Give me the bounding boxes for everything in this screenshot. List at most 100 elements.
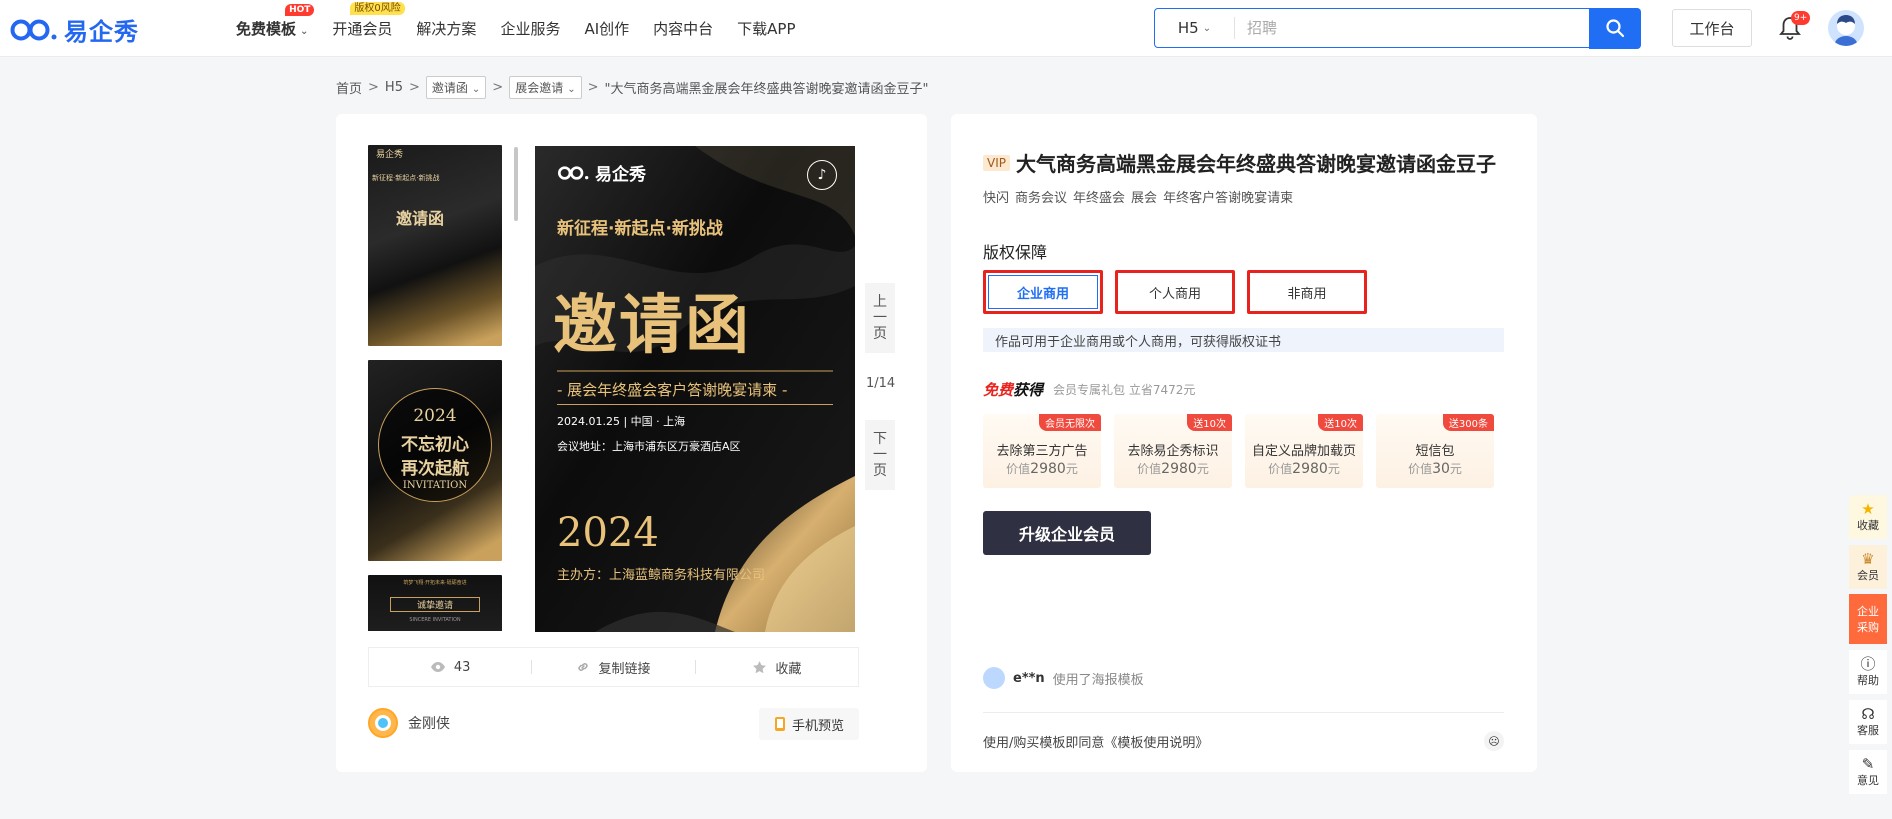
nav-enterprise-service[interactable]: 企业服务	[500, 18, 560, 39]
angry-face-icon[interactable]: ☹	[1484, 731, 1504, 751]
nav-free-templates-label: 免费模板	[236, 20, 297, 38]
search-input[interactable]	[1235, 9, 1589, 47]
nav-download-app[interactable]: 下载APP	[737, 18, 795, 39]
tag[interactable]: 展会	[1131, 191, 1157, 206]
nav-ai-create[interactable]: AI创作	[584, 18, 629, 39]
prev-page-button[interactable]: 上 一 页	[865, 283, 895, 353]
nav-open-member[interactable]: 开通会员 版权0风险	[332, 2, 405, 39]
divider	[983, 712, 1504, 713]
tag[interactable]: 年终盛会	[1073, 191, 1125, 206]
copyright-heading: 版权保障	[983, 243, 1048, 262]
perk-price: 价值2980元	[1245, 460, 1363, 477]
notification-badge: 9+	[1791, 11, 1811, 25]
thumbnail-page-1[interactable]: 易企秀 新征程·新起点·新挑战 邀请函	[368, 145, 502, 346]
next-page-button[interactable]: 下 一 页	[865, 420, 895, 490]
license-personal-button[interactable]: 个人商用	[1115, 270, 1235, 314]
free-benefits-header: 免费获得 会员专属礼包 立省7472元	[983, 379, 1195, 400]
float-feedback-label: 意见	[1857, 774, 1879, 787]
crown-icon: ♛	[1861, 550, 1875, 568]
breadcrumb-category-dropdown[interactable]: 邀请函 ⌄	[425, 76, 487, 99]
float-member[interactable]: ♛ 会员	[1849, 545, 1887, 589]
help-icon: ⓘ	[1860, 655, 1876, 673]
author-name: 金刚侠	[408, 716, 450, 732]
nav-solutions[interactable]: 解决方案	[416, 18, 476, 39]
float-enterprise-line1: 企业	[1857, 605, 1879, 618]
breadcrumb-h5[interactable]: H5	[385, 80, 403, 95]
logo-icon	[10, 19, 57, 40]
favorite-button[interactable]: 收藏	[696, 658, 858, 677]
thumb-line2: 再次起航	[401, 459, 469, 479]
thumbnail-page-2[interactable]: 2024 不忘初心 再次起航 INVITATION	[368, 360, 502, 561]
poster-logo: 易企秀	[557, 160, 646, 185]
logo[interactable]: 易企秀	[10, 12, 139, 47]
music-icon[interactable]: ♪	[807, 160, 837, 190]
license-enterprise-button[interactable]: 企业商用	[983, 270, 1103, 314]
thumb-title: 诚挚邀请	[390, 597, 480, 612]
breadcrumb-home[interactable]: 首页	[336, 78, 362, 97]
perk-price-prefix: 价值	[1268, 462, 1293, 476]
perk-card[interactable]: 送10次 自定义品牌加载页 价值2980元	[1245, 414, 1363, 488]
tag[interactable]: 年终客户答谢晚宴请柬	[1163, 191, 1293, 206]
float-favorite-label: 收藏	[1857, 519, 1879, 532]
perk-card[interactable]: 会员无限次 去除第三方广告 价值2980元	[983, 414, 1101, 488]
activity-avatar	[983, 667, 1005, 689]
float-enterprise-line2: 采购	[1857, 621, 1879, 634]
float-member-label: 会员	[1857, 569, 1879, 582]
poster-preview: 易企秀 ♪ 新征程·新起点·新挑战 邀请函 - 展会年终盛会客户答谢晚宴请柬 -…	[535, 146, 855, 632]
user-avatar[interactable]	[1828, 10, 1864, 46]
license-label: 企业商用	[1016, 286, 1069, 302]
float-enterprise-purchase[interactable]: 企业 采购	[1849, 594, 1887, 644]
float-service[interactable]: ☊ 客服	[1849, 700, 1887, 744]
tag[interactable]: 快闪	[983, 191, 1009, 206]
float-help[interactable]: ⓘ 帮助	[1849, 650, 1887, 694]
perk-badge: 送10次	[1187, 414, 1232, 431]
search-type-label: H5	[1177, 19, 1199, 37]
author-avatar-icon	[375, 715, 391, 731]
favorite-label: 收藏	[775, 661, 802, 677]
nav-content-hub[interactable]: 内容中台	[653, 18, 713, 39]
usage-agreement[interactable]: 使用/购买模板即同意《模板使用说明》	[983, 732, 1208, 751]
headset-icon: ☊	[1861, 705, 1875, 723]
copyright-badge: 版权0风险	[350, 2, 405, 15]
mobile-preview-button[interactable]: 手机预览	[759, 708, 859, 740]
free-logo-a: 免费	[983, 381, 1014, 399]
author-info[interactable]: 金刚侠	[368, 708, 450, 738]
perk-card[interactable]: 送300条 短信包 价值30元	[1376, 414, 1494, 488]
tag[interactable]: 商务会议	[1015, 191, 1067, 206]
float-favorite[interactable]: ★ 收藏	[1849, 495, 1887, 539]
next-page-char: 一	[873, 447, 887, 463]
perk-name: 自定义品牌加载页	[1251, 444, 1356, 459]
views-stat: 43	[369, 660, 531, 675]
breadcrumb-subcategory-label: 展会邀请	[515, 81, 564, 95]
title-text: 大气商务高端黑金展会年终盛典答谢晚宴邀请函金豆子	[1015, 152, 1496, 176]
perk-price-unit: 元	[1327, 462, 1340, 476]
thumb-title: 邀请函	[396, 209, 445, 228]
poster-subhead-rule	[557, 404, 833, 405]
activity-user: e**n	[1013, 670, 1045, 686]
search-type-select[interactable]: H5 ⌄	[1155, 17, 1235, 39]
perk-price-unit: 元	[1449, 462, 1462, 476]
views-count: 43	[453, 659, 471, 675]
perk-card[interactable]: 送10次 去除易企秀标识 价值2980元	[1114, 414, 1232, 488]
search-button[interactable]	[1588, 7, 1641, 49]
thumbnail-page-3[interactable]: 筑梦飞翔·开拓未来·砥砺奋进 诚挚邀请 SINCERE INVITATION	[368, 575, 502, 631]
license-noncommercial-button[interactable]: 非商用	[1247, 270, 1367, 314]
breadcrumb-subcategory-dropdown[interactable]: 展会邀请 ⌄	[509, 76, 582, 99]
perk-price-value: 2980	[1161, 461, 1197, 477]
float-feedback[interactable]: ✎ 意见	[1849, 750, 1887, 794]
copy-link-button[interactable]: 复制链接	[532, 658, 694, 677]
perk-badge: 送300条	[1442, 414, 1494, 431]
edit-icon: ✎	[1861, 755, 1875, 773]
perk-name: 去除第三方广告	[996, 444, 1088, 459]
breadcrumb-category-label: 邀请函	[431, 81, 468, 95]
star-icon	[753, 660, 767, 673]
chevron-down-icon: ⌄	[300, 26, 309, 37]
thumbnail-scrollbar[interactable]	[514, 147, 518, 221]
workbench-button[interactable]: 工作台	[1672, 9, 1752, 47]
nav-free-templates[interactable]: 免费模板 ⌄ HOT	[236, 4, 315, 39]
upgrade-enterprise-button[interactable]: 升级企业会员	[983, 511, 1151, 555]
top-navbar: 易企秀 免费模板 ⌄ HOT 开通会员 版权0风险 解决方案 企业服务 AI创作 …	[0, 0, 1892, 57]
mobile-preview-label: 手机预览	[791, 718, 844, 734]
eye-icon	[430, 662, 445, 672]
poster-date: 2024.01.25 | 中国 · 上海	[557, 415, 686, 428]
